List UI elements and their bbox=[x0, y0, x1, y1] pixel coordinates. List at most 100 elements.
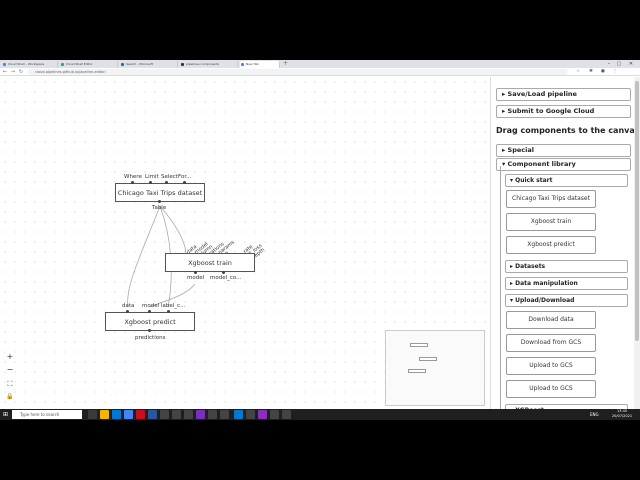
tab-favicon-icon bbox=[61, 63, 64, 66]
input-port[interactable] bbox=[167, 310, 170, 313]
browser-tab[interactable]: Cloud Shell Editor bbox=[60, 61, 118, 68]
app-icon[interactable] bbox=[172, 410, 181, 419]
output-port[interactable] bbox=[222, 271, 225, 274]
input-port[interactable] bbox=[126, 310, 129, 313]
terminal-icon[interactable] bbox=[160, 410, 169, 419]
reload-icon[interactable]: ↻ bbox=[18, 69, 24, 75]
extensions-icon[interactable]: ✱ bbox=[588, 69, 594, 75]
taskbar-search-box[interactable]: Type here to search bbox=[12, 410, 82, 419]
browser-tab[interactable]: Search - Microsoft bbox=[120, 61, 178, 68]
input-port-label: Limit bbox=[145, 174, 159, 180]
chrome-icon[interactable] bbox=[124, 410, 133, 419]
taskbar-clock[interactable]: 13:40 20/07/2021 bbox=[610, 409, 634, 420]
node-title: Chicago Taxi Trips dataset bbox=[117, 188, 203, 197]
browser-menu-icon[interactable]: ⋮ bbox=[612, 69, 618, 75]
browser-toolbar: ← → ↻ cloud-pipelines.github.io/pipeline… bbox=[0, 68, 640, 76]
profile-avatar-icon[interactable]: ● bbox=[600, 69, 606, 75]
input-port[interactable] bbox=[148, 310, 151, 313]
minimap-node bbox=[410, 343, 428, 347]
word-icon[interactable] bbox=[148, 410, 157, 419]
browser-tab[interactable]: pipelines components bbox=[180, 61, 238, 68]
node-title: Xgboost predict bbox=[124, 317, 176, 326]
upload-download-group[interactable]: ▾ Upload/Download bbox=[505, 294, 628, 307]
tab-favicon-icon bbox=[181, 63, 184, 66]
component-chicago-taxi-dataset[interactable]: Chicago Taxi Trips dataset bbox=[506, 190, 596, 208]
lock-icon[interactable]: 🔒 bbox=[5, 392, 15, 402]
input-port-label: model bbox=[142, 303, 160, 309]
node-title: Xgboost train bbox=[188, 258, 232, 267]
url-text: cloud-pipelines.github.io/pipeline-edito… bbox=[35, 70, 106, 74]
component-upload-to-gcs[interactable]: Upload to GCS bbox=[506, 357, 596, 375]
vscode-icon[interactable] bbox=[234, 410, 243, 419]
scrollbar-thumb[interactable] bbox=[635, 81, 639, 341]
address-bar[interactable]: cloud-pipelines.github.io/pipeline-edito… bbox=[28, 69, 568, 75]
input-port-label: Where bbox=[124, 174, 142, 180]
component-download-from-gcs[interactable]: Download from GCS bbox=[506, 334, 596, 352]
app-icon[interactable] bbox=[282, 410, 291, 419]
component-download-data[interactable]: Download data bbox=[506, 311, 596, 329]
edge-table-to-training-data bbox=[159, 205, 187, 254]
node-box[interactable]: Xgboost train bbox=[165, 253, 255, 272]
input-port[interactable] bbox=[149, 181, 152, 184]
app-icon[interactable] bbox=[220, 410, 229, 419]
input-port[interactable] bbox=[131, 181, 134, 184]
datasets-group[interactable]: ▸ Datasets bbox=[505, 260, 628, 273]
close-window-button[interactable]: ✕ bbox=[626, 60, 636, 68]
input-port-label: data bbox=[122, 303, 135, 309]
input-port-label: label_c... bbox=[161, 303, 186, 309]
submit-google-cloud-section[interactable]: ▸ Submit to Google Cloud bbox=[496, 105, 631, 118]
edge-table-to-data bbox=[127, 205, 161, 308]
app-icon[interactable] bbox=[258, 410, 267, 419]
visual-studio-icon[interactable] bbox=[196, 410, 205, 419]
component-xgboost-predict[interactable]: Xgboost predict bbox=[506, 236, 596, 254]
edge-browser-icon[interactable] bbox=[112, 410, 121, 419]
office-icon[interactable] bbox=[136, 410, 145, 419]
input-port[interactable] bbox=[165, 181, 168, 184]
output-port[interactable] bbox=[158, 200, 161, 203]
input-port[interactable] bbox=[183, 181, 186, 184]
browser-tab[interactable]: Cloud Shell - Workspace bbox=[2, 61, 58, 68]
quick-start-group[interactable]: ▾ Quick start bbox=[505, 174, 628, 187]
output-port-label: predictions bbox=[135, 335, 166, 341]
forward-arrow-icon[interactable]: → bbox=[10, 69, 16, 75]
input-port-label: Select bbox=[161, 174, 178, 180]
sidebar-scrollbar[interactable] bbox=[634, 77, 640, 420]
app-icon[interactable] bbox=[270, 410, 279, 419]
output-port-label: model_co... bbox=[210, 275, 242, 281]
windows-start-icon[interactable]: ⊞ bbox=[3, 410, 8, 419]
tab-favicon-icon bbox=[121, 63, 124, 66]
tab-favicon-icon bbox=[241, 63, 244, 66]
zoom-in-button[interactable]: + bbox=[5, 352, 15, 362]
output-port[interactable] bbox=[148, 329, 151, 332]
taskbar-search-placeholder: Type here to search bbox=[20, 412, 60, 417]
browser-tab-strip: Cloud Shell - Workspace Cloud Shell Edit… bbox=[0, 60, 640, 68]
input-port-label: For... bbox=[178, 174, 192, 180]
minimap-node bbox=[408, 369, 426, 373]
fit-view-icon[interactable]: ⛶ bbox=[5, 379, 15, 389]
browser-tab-active[interactable]: New Tab bbox=[240, 61, 280, 68]
new-tab-button[interactable]: + bbox=[283, 61, 289, 67]
tab-favicon-icon bbox=[3, 63, 6, 66]
save-load-pipeline-section[interactable]: ▸ Save/Load pipeline bbox=[496, 88, 631, 101]
component-upload-to-gcs-2[interactable]: Upload to GCS bbox=[506, 380, 596, 398]
app-icon[interactable] bbox=[246, 410, 255, 419]
app-icon[interactable] bbox=[208, 410, 217, 419]
language-indicator[interactable]: ENG bbox=[590, 410, 599, 419]
special-section[interactable]: ▸ Special bbox=[496, 144, 631, 157]
back-arrow-icon[interactable]: ← bbox=[2, 69, 8, 75]
zoom-out-button[interactable]: − bbox=[5, 365, 15, 375]
component-sidebar: ▸ Save/Load pipeline ▸ Submit to Google … bbox=[490, 77, 640, 420]
app-icon[interactable] bbox=[184, 410, 193, 419]
sidebar-heading: Drag components to the canvas: bbox=[496, 126, 640, 135]
data-manipulation-group[interactable]: ▸ Data manipulation bbox=[505, 277, 628, 290]
clock-date: 20/07/2021 bbox=[611, 414, 633, 418]
task-view-icon[interactable] bbox=[88, 410, 97, 419]
output-port[interactable] bbox=[194, 271, 197, 274]
minimap[interactable] bbox=[385, 330, 485, 406]
minimize-button[interactable]: – bbox=[604, 60, 614, 68]
maximize-button[interactable]: ▢ bbox=[614, 60, 624, 68]
windows-taskbar: ⊞ Type here to search ENG 13:40 20/07/20… bbox=[0, 409, 640, 420]
bookmark-star-icon[interactable]: ☆ bbox=[575, 69, 581, 75]
file-explorer-icon[interactable] bbox=[100, 410, 109, 419]
component-xgboost-train[interactable]: Xgboost train bbox=[506, 213, 596, 231]
